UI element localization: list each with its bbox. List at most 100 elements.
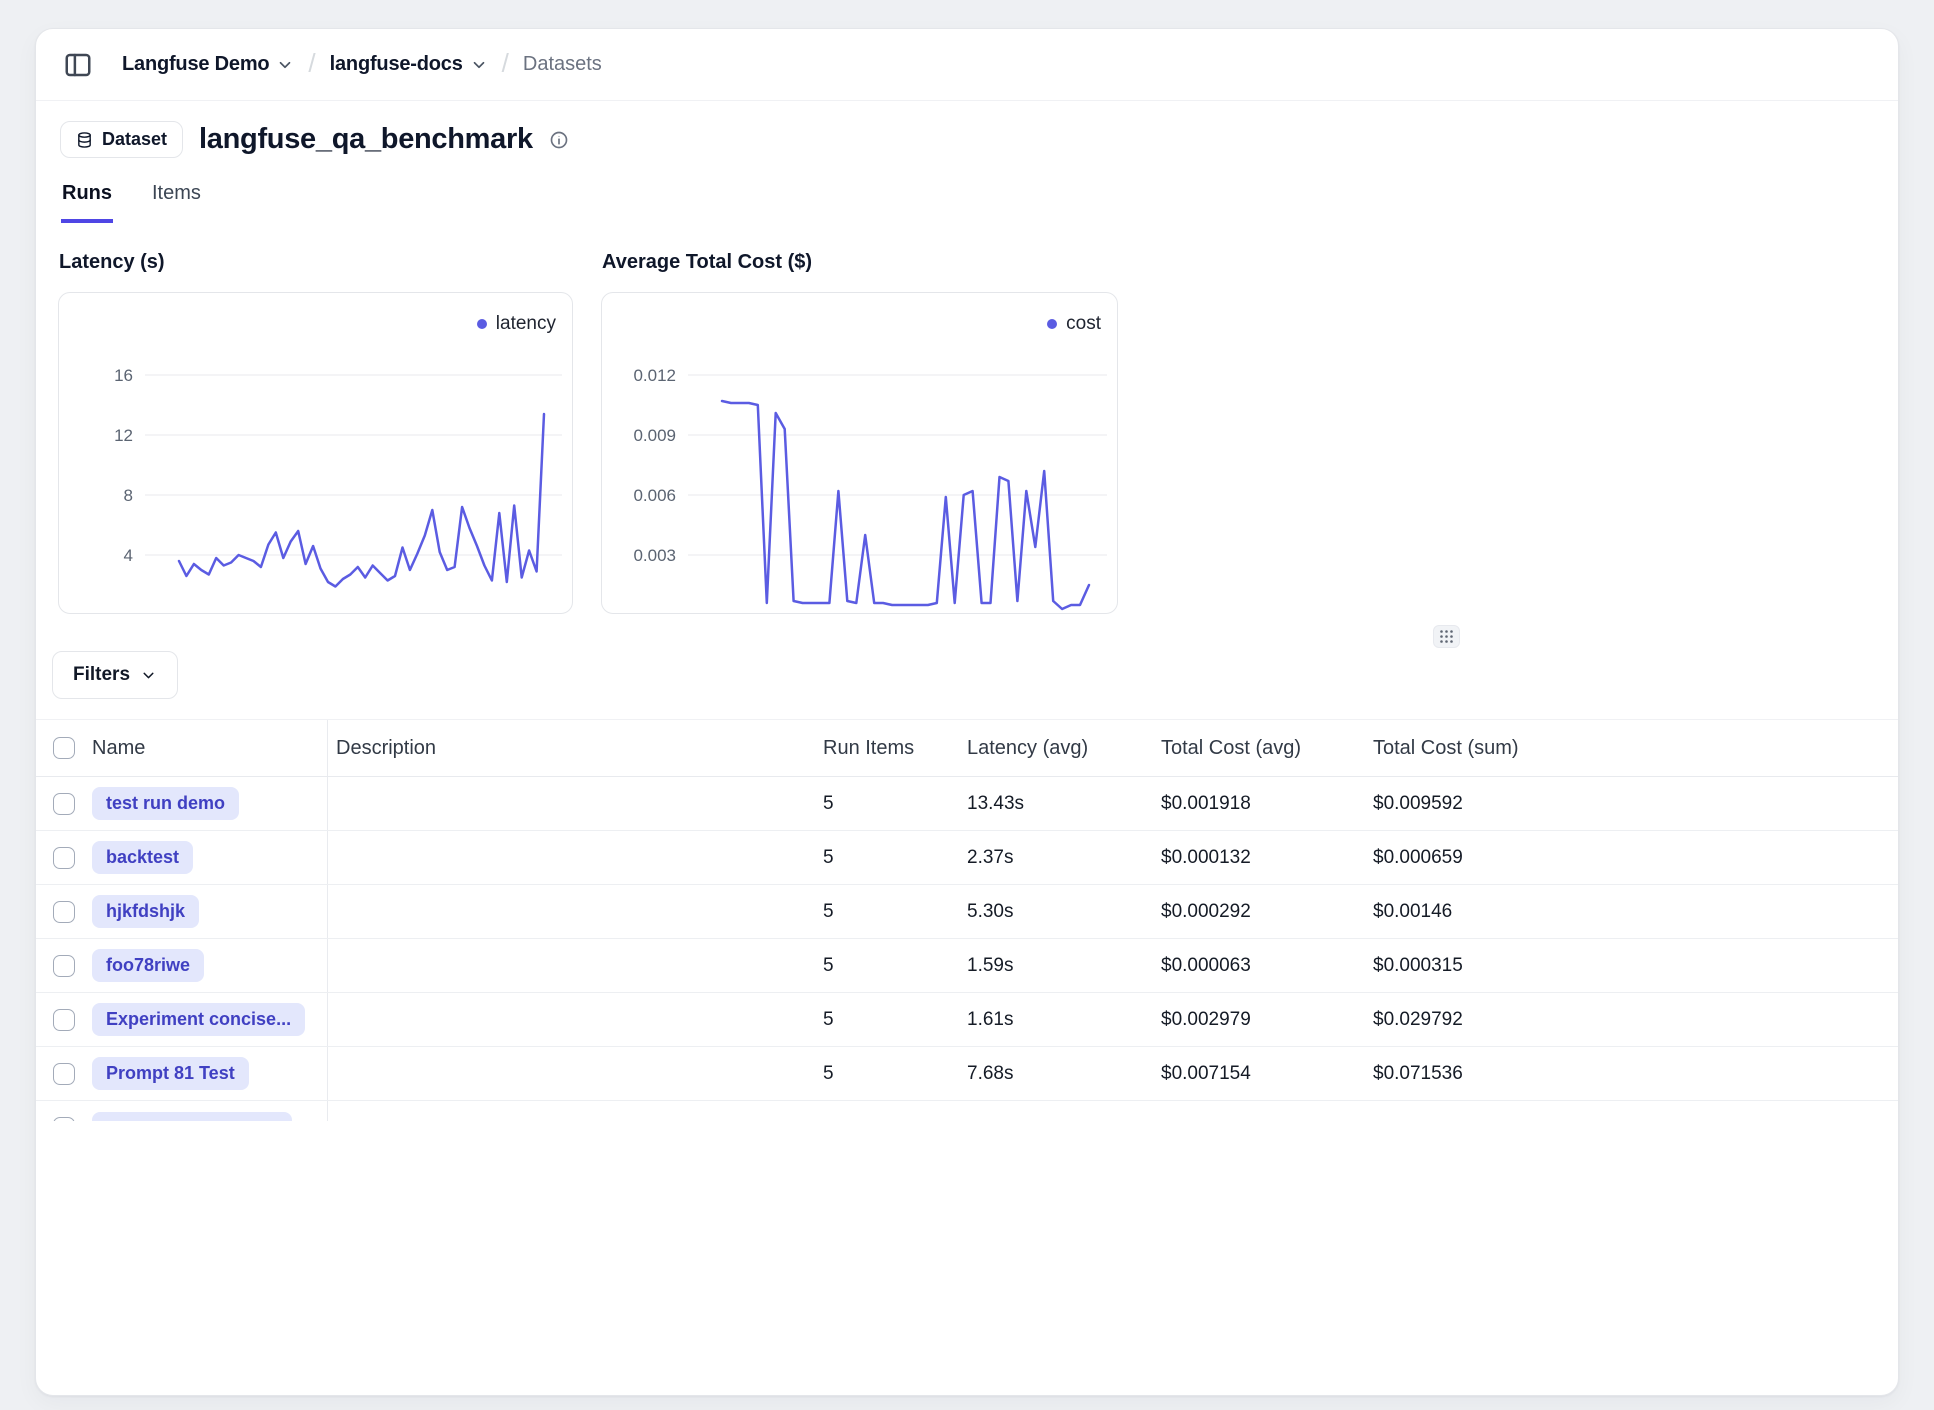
cost-chart-legend: cost (1047, 313, 1101, 335)
run-name-badge[interactable]: Experiment concise... (92, 1003, 305, 1036)
total-cost-sum: $0.000659 (1373, 831, 1898, 884)
latency-avg: 2.37s (967, 831, 1161, 884)
breadcrumb-org-button[interactable]: Langfuse Demo (122, 53, 294, 76)
run-description (328, 1047, 823, 1100)
total-cost-sum: $0.000315 (1373, 939, 1898, 992)
total-cost-sum: $0.071536 (1373, 1047, 1898, 1100)
breadcrumb-project-button[interactable]: langfuse-docs (330, 53, 488, 76)
table-row: test run demo 5 13.43s $0.001918 $0.0095… (36, 777, 1898, 831)
run-items-count: 5 (823, 1047, 967, 1100)
row-checkbox[interactable] (53, 1063, 75, 1085)
legend-dot-icon (1047, 319, 1057, 329)
column-header-total-cost-sum: Total Cost (sum) (1373, 720, 1898, 776)
table-row: backtest 5 2.37s $0.000132 $0.000659 (36, 831, 1898, 885)
run-name-badge[interactable]: test run demo (92, 787, 239, 820)
row-checkbox[interactable] (53, 1117, 75, 1122)
svg-text:16: 16 (114, 366, 133, 385)
total-cost-avg: $0.001918 (1161, 777, 1373, 830)
run-name-badge[interactable]: backtest (92, 841, 193, 874)
panel-left-icon (63, 50, 93, 80)
top-bar: Langfuse Demo / langfuse-docs / Datasets (36, 29, 1898, 101)
tab-items[interactable]: Items (151, 179, 202, 223)
page-title: langfuse_qa_benchmark (199, 123, 533, 156)
column-header-total-cost-avg: Total Cost (avg) (1161, 720, 1373, 776)
info-icon[interactable] (549, 130, 569, 150)
row-checkbox[interactable] (53, 955, 75, 977)
latency-avg: 13.43s (967, 777, 1161, 830)
run-name-badge[interactable] (92, 1112, 292, 1121)
latency-avg: 7.68s (967, 1047, 1161, 1100)
legend-dot-icon (477, 319, 487, 329)
total-cost-sum (1373, 1101, 1898, 1121)
total-cost-avg: $0.000292 (1161, 885, 1373, 938)
sidebar-toggle-button[interactable] (60, 47, 96, 83)
svg-text:4: 4 (124, 546, 133, 565)
app-card: Langfuse Demo / langfuse-docs / Datasets… (35, 28, 1899, 1396)
breadcrumb-separator: / (308, 48, 315, 79)
cost-chart-card: 0.012 0.009 0.006 0.003 cost (601, 292, 1118, 614)
tab-runs[interactable]: Runs (61, 179, 113, 223)
total-cost-avg: $0.007154 (1161, 1047, 1373, 1100)
table-header-row: Name Description Run Items Latency (avg)… (36, 719, 1898, 777)
run-items-count: 5 (823, 939, 967, 992)
table-row: Experiment concise... 5 1.61s $0.002979 … (36, 993, 1898, 1047)
svg-text:0.006: 0.006 (633, 486, 676, 505)
run-items-count: 5 (823, 993, 967, 1046)
cost-chart-title: Average Total Cost ($) (602, 251, 812, 274)
latency-chart-legend: latency (477, 313, 556, 335)
total-cost-avg (1161, 1101, 1373, 1121)
svg-text:0.003: 0.003 (633, 546, 676, 565)
svg-text:0.012: 0.012 (633, 366, 676, 385)
runs-table: Name Description Run Items Latency (avg)… (36, 719, 1898, 1121)
total-cost-avg: $0.000132 (1161, 831, 1373, 884)
column-header-name: Name (92, 720, 328, 776)
run-name-badge[interactable]: Prompt 81 Test (92, 1057, 249, 1090)
latency-chart-title: Latency (s) (59, 251, 165, 274)
filters-button[interactable]: Filters (52, 651, 178, 699)
breadcrumb-datasets-link[interactable]: Datasets (523, 53, 602, 76)
total-cost-sum: $0.029792 (1373, 993, 1898, 1046)
legend-label: cost (1066, 313, 1101, 335)
legend-label: latency (496, 313, 556, 335)
svg-text:8: 8 (124, 486, 133, 505)
dataset-badge-label: Dataset (102, 129, 167, 150)
column-header-description: Description (328, 720, 823, 776)
run-name-badge[interactable]: hjkfdshjk (92, 895, 199, 928)
total-cost-sum: $0.009592 (1373, 777, 1898, 830)
run-items-count: 5 (823, 831, 967, 884)
filters-label: Filters (73, 664, 130, 686)
table-row: hjkfdshjk 5 5.30s $0.000292 $0.00146 (36, 885, 1898, 939)
column-header-run-items: Run Items (823, 720, 967, 776)
cost-chart-canvas: 0.012 0.009 0.006 0.003 (602, 293, 1118, 614)
column-header-latency-avg: Latency (avg) (967, 720, 1161, 776)
breadcrumb-separator: / (502, 48, 509, 79)
total-cost-sum: $0.00146 (1373, 885, 1898, 938)
chevron-down-icon (276, 56, 294, 74)
run-description (328, 939, 823, 992)
run-description (328, 993, 823, 1046)
table-row-partial (36, 1101, 1898, 1121)
dataset-type-badge: Dataset (60, 121, 183, 158)
run-items-count: 5 (823, 885, 967, 938)
org-name: Langfuse Demo (122, 53, 269, 76)
latency-avg: 5.30s (967, 885, 1161, 938)
svg-text:12: 12 (114, 426, 133, 445)
latency-chart-canvas: 16 12 8 4 (59, 293, 573, 614)
latency-avg: 1.61s (967, 993, 1161, 1046)
run-description (328, 1101, 823, 1121)
run-name-badge[interactable]: foo78riwe (92, 949, 204, 982)
row-checkbox[interactable] (53, 1009, 75, 1031)
run-description (328, 831, 823, 884)
charts-resize-handle[interactable] (1433, 625, 1460, 648)
latency-avg (967, 1101, 1161, 1121)
select-all-checkbox[interactable] (53, 737, 75, 759)
run-items-count (823, 1101, 967, 1121)
row-checkbox[interactable] (53, 793, 75, 815)
svg-text:0.009: 0.009 (633, 426, 676, 445)
row-checkbox[interactable] (53, 847, 75, 869)
row-checkbox[interactable] (53, 901, 75, 923)
run-description (328, 777, 823, 830)
total-cost-avg: $0.000063 (1161, 939, 1373, 992)
total-cost-avg: $0.002979 (1161, 993, 1373, 1046)
run-items-count: 5 (823, 777, 967, 830)
